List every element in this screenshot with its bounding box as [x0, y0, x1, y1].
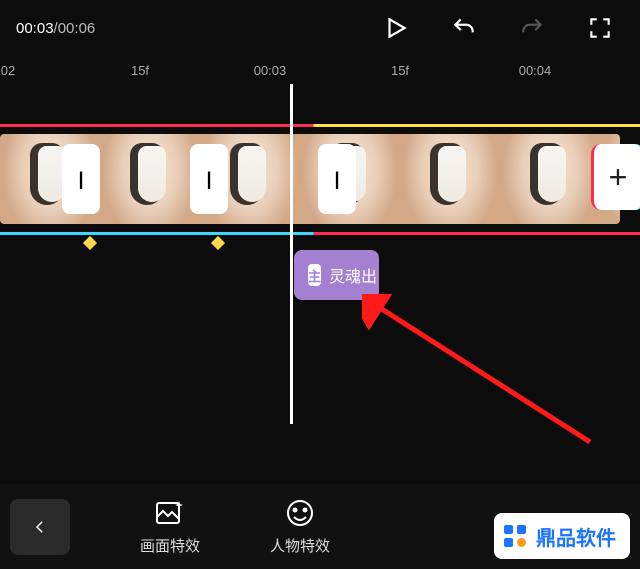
annotation-arrow [362, 294, 592, 444]
watermark-icon [502, 523, 528, 549]
track-border-top [0, 124, 640, 127]
timecode: 00:03/00:06 [16, 20, 95, 37]
top-bar: 00:03/00:06 [0, 0, 640, 56]
effect-badge: 主 [308, 264, 321, 286]
image-sparkle-icon [154, 497, 186, 529]
screen-effects-button[interactable]: 画面特效 [140, 497, 200, 556]
cut-handle[interactable]: | [318, 144, 356, 214]
plus-icon: + [609, 159, 628, 196]
ruler-tick: 15f [391, 63, 409, 78]
track-border-bottom [0, 232, 640, 235]
effect-clip[interactable]: 主 灵魂出 [294, 250, 379, 300]
cut-handle[interactable]: | [190, 144, 228, 214]
effect-label: 灵魂出 [329, 263, 377, 287]
ruler-tick: 15f [131, 63, 149, 78]
total-time: 00:06 [58, 20, 96, 37]
keyframe-diamond[interactable] [83, 236, 97, 250]
undo-button[interactable] [450, 14, 478, 42]
clip-frame[interactable] [400, 134, 500, 224]
clip-frame[interactable] [500, 134, 600, 224]
watermark: 鼎品软件 [494, 513, 630, 559]
top-controls [382, 14, 614, 42]
person-effects-label: 人物特效 [270, 535, 330, 556]
ruler-tick: 00:03 [254, 63, 287, 78]
screen-effects-label: 画面特效 [140, 535, 200, 556]
current-time: 00:03 [16, 20, 54, 37]
face-icon [284, 497, 316, 529]
cut-handle[interactable]: | [62, 144, 100, 214]
playhead[interactable] [290, 84, 293, 424]
watermark-text: 鼎品软件 [536, 522, 616, 551]
fullscreen-button[interactable] [586, 14, 614, 42]
keyframe-diamond[interactable] [211, 236, 225, 250]
person-effects-button[interactable]: 人物特效 [270, 497, 330, 556]
play-button[interactable] [382, 14, 410, 42]
ruler-tick: 02 [1, 63, 15, 78]
add-clip-button[interactable]: + [591, 144, 640, 210]
back-button[interactable] [10, 499, 70, 555]
clip-frame[interactable] [100, 134, 200, 224]
timeline-ruler[interactable]: 02 15f 00:03 15f 00:04 [0, 56, 640, 84]
redo-button[interactable] [518, 14, 546, 42]
ruler-tick: 00:04 [519, 63, 552, 78]
